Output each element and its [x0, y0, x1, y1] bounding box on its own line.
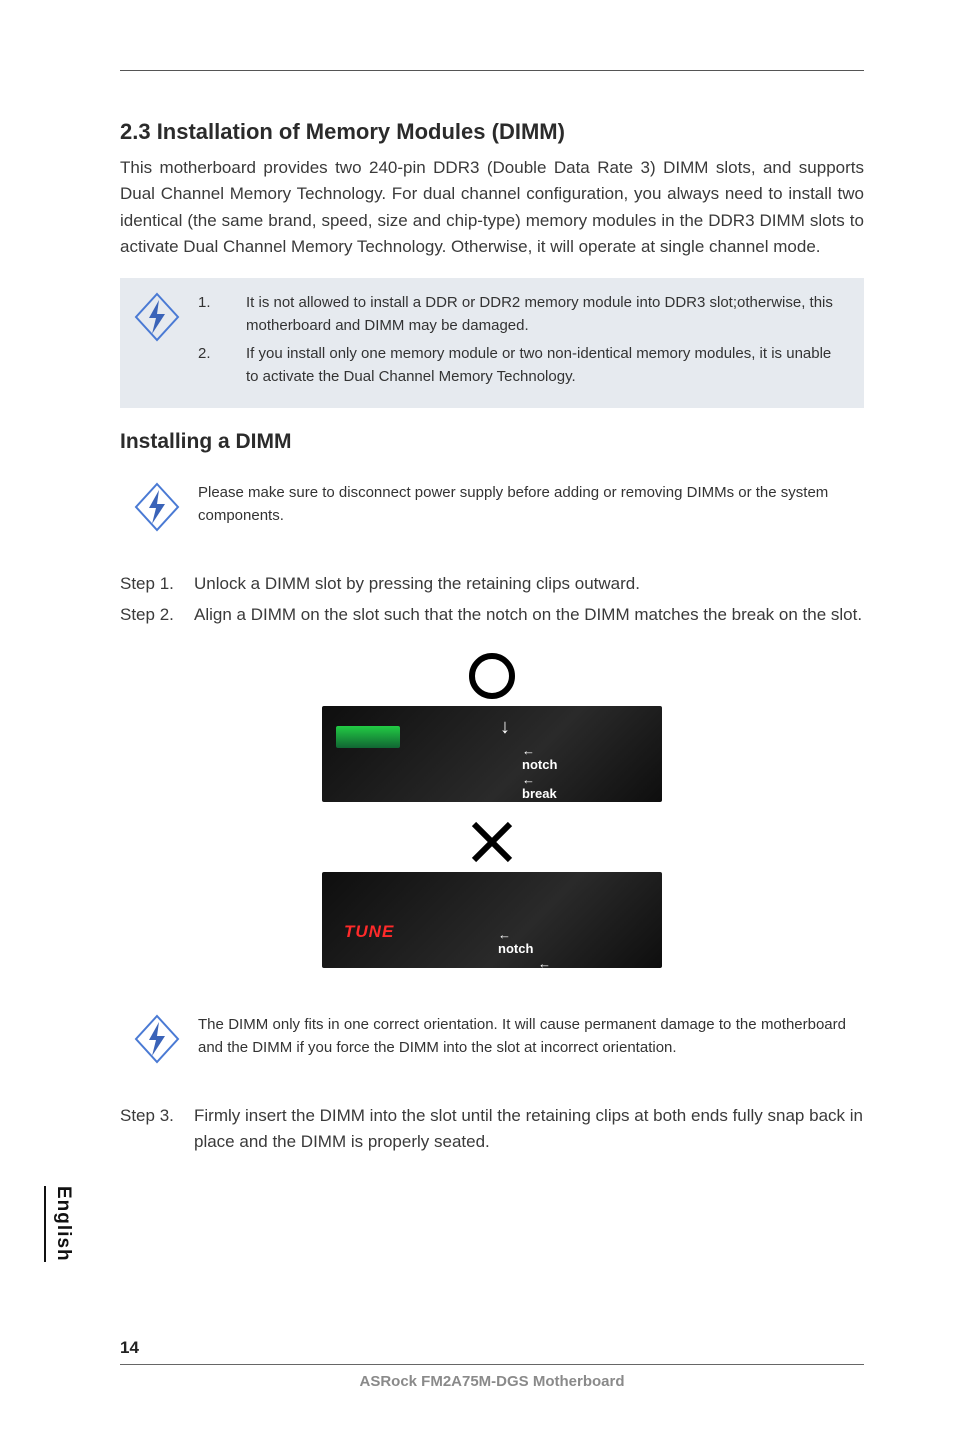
arrow-left-icon: ←	[498, 928, 511, 942]
step-row: Step 2. Align a DIMM on the slot such th…	[120, 602, 864, 628]
section-intro: This motherboard provides two 240-pin DD…	[120, 155, 864, 260]
warning-number: 2.	[198, 343, 246, 388]
step-text: Firmly insert the DIMM into the slot unt…	[194, 1103, 864, 1156]
precaution-text: Please make sure to disconnect power sup…	[198, 482, 846, 527]
subsection-title: Installing a DIMM	[120, 430, 864, 454]
arrow-down-icon: ↓	[500, 716, 510, 739]
arrow-left-icon: ←	[522, 773, 535, 787]
step-row: Step 3. Firmly insert the DIMM into the …	[120, 1103, 864, 1156]
warning-item: 2. If you install only one memory module…	[198, 343, 846, 388]
warning-text: If you install only one memory module or…	[246, 343, 846, 388]
orientation-note-box: The DIMM only fits in one correct orient…	[120, 1000, 864, 1083]
lightning-icon	[132, 482, 188, 537]
arrow-left-icon: ←	[538, 957, 551, 971]
label-notch: notch	[498, 942, 573, 956]
lightning-icon	[132, 292, 188, 347]
warning-item: 1. It is not allowed to install a DDR or…	[198, 292, 846, 337]
warning-text: It is not allowed to install a DDR or DD…	[246, 292, 846, 337]
circle-correct-icon	[466, 650, 518, 702]
label-break: break	[538, 971, 573, 985]
label-break: break	[522, 787, 557, 801]
step-text: Unlock a DIMM slot by pressing the retai…	[194, 571, 864, 597]
figure-photo-correct: ↓ ←notch ←break	[322, 706, 662, 802]
label-notch: notch	[522, 758, 557, 772]
page-number: 14	[120, 1338, 139, 1358]
decorative-text: TUNE	[344, 922, 394, 942]
precaution-box: Please make sure to disconnect power sup…	[120, 468, 864, 551]
step-text: Align a DIMM on the slot such that the n…	[194, 602, 864, 628]
step-label: Step 1.	[120, 571, 194, 597]
arrow-left-icon: ←	[522, 744, 535, 758]
step-label: Step 2.	[120, 602, 194, 628]
cross-wrong-icon	[466, 816, 518, 868]
warning-box: 1. It is not allowed to install a DDR or…	[120, 278, 864, 408]
footer-text: ASRock FM2A75M-DGS Motherboard	[120, 1364, 864, 1390]
figure-photo-wrong: TUNE ←notch ←break	[322, 872, 662, 968]
warning-number: 1.	[198, 292, 246, 337]
lightning-icon	[132, 1014, 188, 1069]
step-label: Step 3.	[120, 1103, 194, 1156]
orientation-note-text: The DIMM only fits in one correct orient…	[198, 1014, 846, 1059]
language-tab: English	[44, 1186, 74, 1262]
step-row: Step 1. Unlock a DIMM slot by pressing t…	[120, 571, 864, 597]
section-title: 2.3 Installation of Memory Modules (DIMM…	[120, 119, 864, 145]
figure-correct-wrong: ↓ ←notch ←break TUNE ←notch ←break	[120, 650, 864, 982]
